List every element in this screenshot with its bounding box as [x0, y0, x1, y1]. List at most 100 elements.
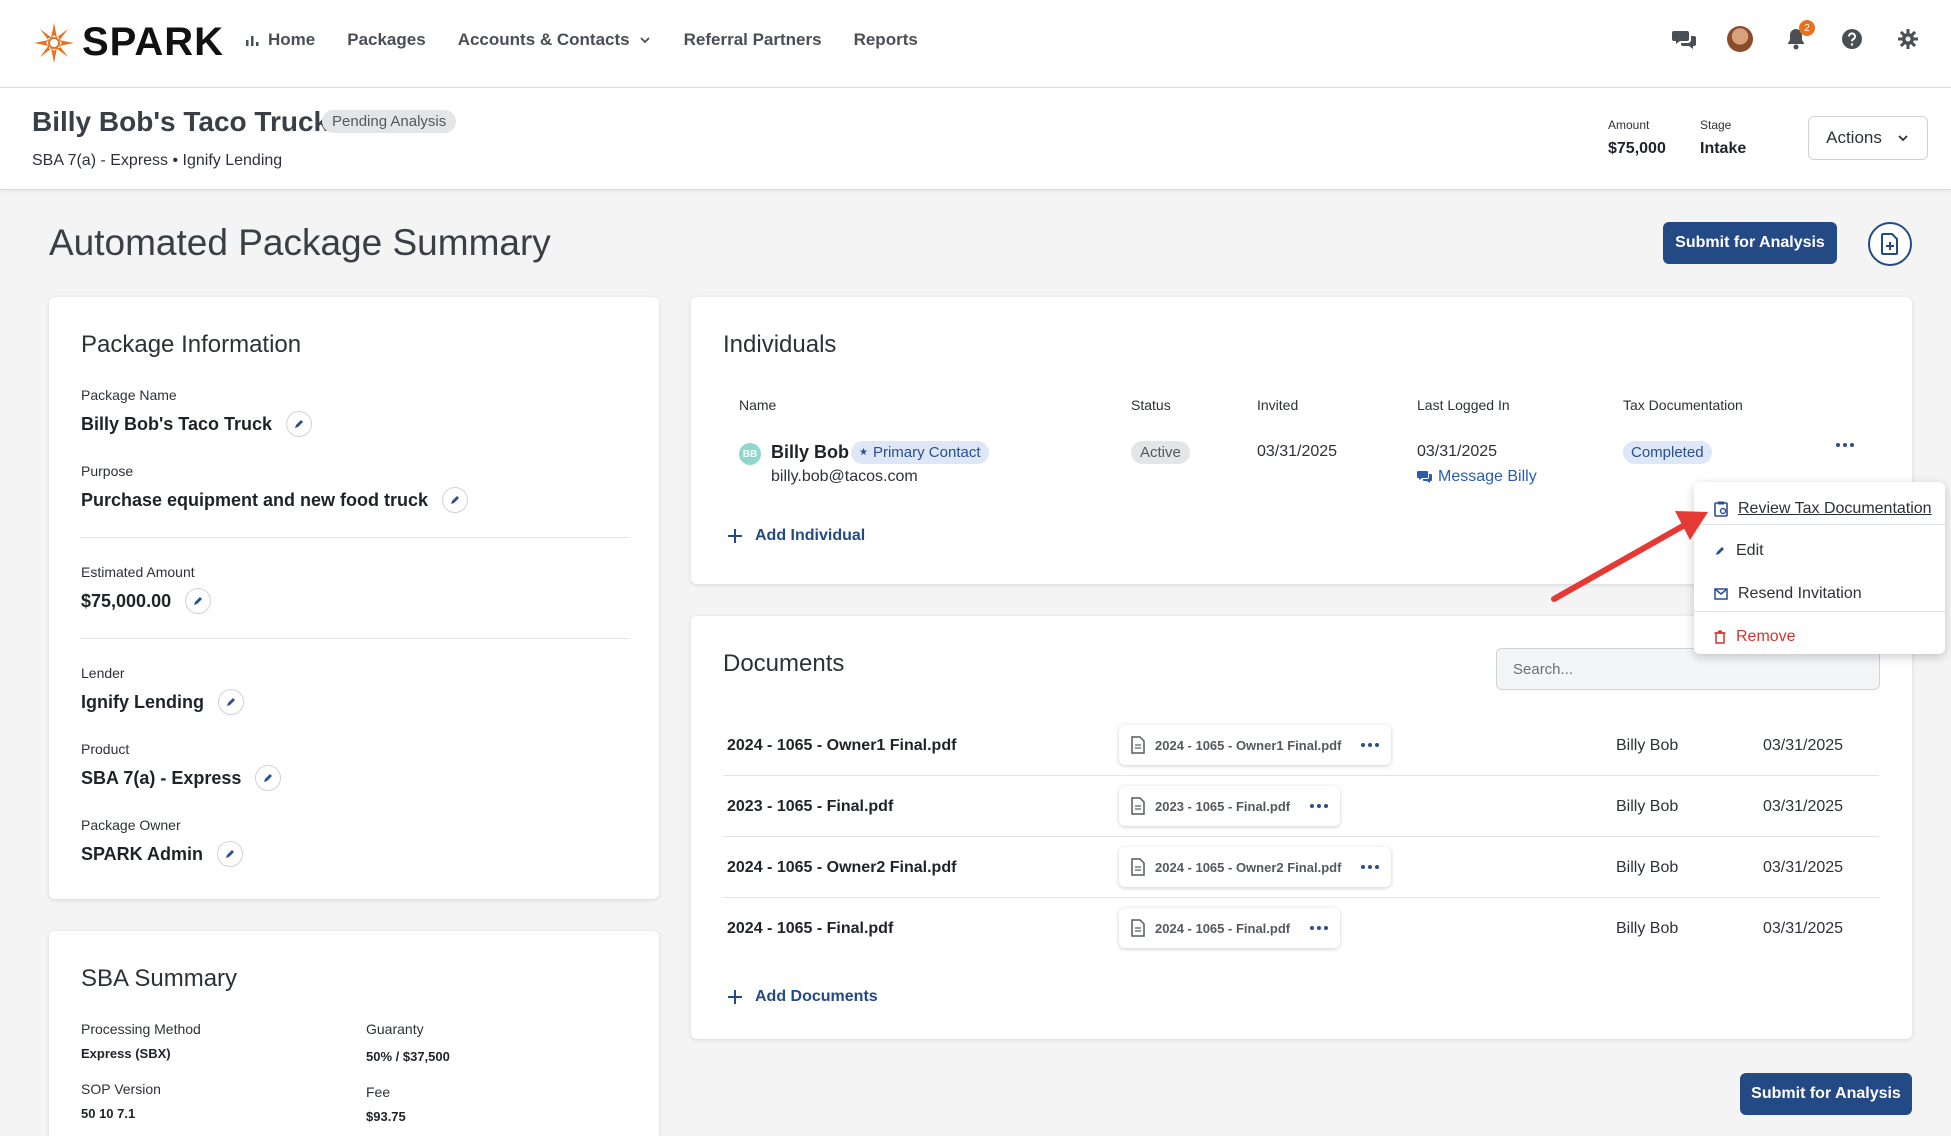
- star-icon: ★: [859, 447, 868, 458]
- help-icon[interactable]: [1839, 26, 1865, 52]
- document-owner: Billy Bob: [1616, 798, 1679, 815]
- actions-label: Actions: [1826, 128, 1882, 147]
- bar-chart-icon: [246, 36, 259, 46]
- edit-lender-button[interactable]: [218, 689, 244, 715]
- nav-reports[interactable]: Reports: [854, 30, 918, 50]
- file-chip[interactable]: 2024 - 1065 - Owner1 Final.pdf: [1119, 725, 1392, 765]
- document-date: 03/31/2025: [1763, 737, 1844, 754]
- file-name: 2024 - 1065 - Final.pdf: [1155, 920, 1291, 936]
- file-more-options-button[interactable]: [1361, 743, 1380, 747]
- notification-badge: 2: [1799, 20, 1815, 36]
- field-label: Guaranty: [366, 1021, 424, 1037]
- submit-for-analysis-button[interactable]: Submit for Analysis: [1663, 222, 1837, 264]
- bell-icon[interactable]: 2: [1783, 20, 1815, 52]
- edit-product-button[interactable]: [255, 765, 282, 791]
- document-owner: Billy Bob: [1616, 920, 1679, 937]
- menu-item-resend-invitation[interactable]: Resend Invitation: [1694, 579, 1945, 609]
- nav-icons: 2: [1671, 20, 1921, 52]
- column-header-tax-documentation: Tax Documentation: [1623, 397, 1743, 413]
- column-header-invited: Invited: [1257, 397, 1299, 413]
- individual-email: billy.bob@tacos.com: [771, 468, 918, 485]
- document-row[interactable]: 2023 - 1065 - Final.pdf 2023 - 1065 - Fi…: [723, 776, 1879, 837]
- document-row[interactable]: 2024 - 1065 - Owner2 Final.pdf 2024 - 10…: [723, 837, 1879, 898]
- nav-accounts-contacts[interactable]: Accounts & Contacts: [458, 30, 652, 50]
- individuals-title: Individuals: [723, 331, 837, 358]
- document-row[interactable]: 2024 - 1065 - Owner1 Final.pdf 2024 - 10…: [723, 715, 1879, 776]
- package-information-card: Package Information Package Name Billy B…: [49, 297, 659, 899]
- package-title: Billy Bob's Taco Truck: [32, 106, 330, 137]
- add-documents-label: Add Documents: [755, 988, 878, 1005]
- menu-item-review-tax-documentation[interactable]: Review Tax Documentation: [1694, 494, 1945, 524]
- actions-button[interactable]: Actions: [1808, 116, 1928, 160]
- sop-version-field: SOP Version 50 10 7.1: [81, 1081, 161, 1121]
- individual-more-options-button[interactable]: [1831, 435, 1859, 455]
- file-more-options-button[interactable]: [1361, 865, 1380, 869]
- nav-referral-label: Referral Partners: [683, 30, 822, 49]
- menu-item-remove[interactable]: Remove: [1694, 622, 1945, 652]
- nav-packages[interactable]: Packages: [347, 30, 425, 50]
- edit-purpose-button[interactable]: [442, 487, 469, 513]
- sba-summary-card: SBA Summary Processing Method Express (S…: [49, 931, 659, 1136]
- file-chip[interactable]: 2024 - 1065 - Owner2 Final.pdf: [1119, 847, 1392, 887]
- spark-star-icon: [34, 22, 74, 63]
- page-title: Automated Package Summary: [49, 222, 551, 263]
- file-icon: [1131, 858, 1145, 876]
- field-label: Purpose: [81, 463, 134, 479]
- primary-contact-badge: ★ Primary Contact: [851, 441, 989, 464]
- submit-for-analysis-bottom-button[interactable]: Submit for Analysis: [1740, 1073, 1912, 1115]
- nav-reports-label: Reports: [853, 30, 918, 49]
- edit-amount-button[interactable]: [185, 588, 212, 614]
- document-name: 2024 - 1065 - Final.pdf: [727, 920, 894, 937]
- divider: [81, 537, 629, 538]
- chat-icon: [1417, 471, 1432, 483]
- spark-logo[interactable]: SPARK: [32, 20, 224, 65]
- field-value: Purchase equipment and new food truck: [81, 489, 429, 510]
- file-more-options-button[interactable]: [1310, 804, 1329, 808]
- message-link-label: Message Billy: [1438, 468, 1537, 485]
- pencil-icon: [295, 420, 303, 428]
- message-individual-link[interactable]: Message Billy: [1417, 468, 1537, 486]
- chat-icon[interactable]: [1671, 26, 1697, 52]
- individual-avatar: BB: [739, 443, 761, 465]
- lender-field: Lender Ignify Lending: [81, 665, 244, 715]
- stage-label: Stage: [1700, 118, 1732, 132]
- column-header-last-logged-in: Last Logged In: [1417, 397, 1510, 413]
- settings-gear-icon[interactable]: [1895, 26, 1921, 52]
- field-label: Estimated Amount: [81, 564, 195, 580]
- guaranty-field: Guaranty 50% / $37,500: [366, 1021, 450, 1064]
- pencil-icon: [226, 850, 235, 858]
- estimated-amount-field: Estimated Amount $75,000.00: [81, 564, 212, 614]
- nav-packages-label: Packages: [347, 30, 426, 49]
- document-row[interactable]: 2024 - 1065 - Final.pdf 2024 - 1065 - Fi…: [723, 898, 1879, 959]
- chevron-down-icon: [639, 37, 650, 44]
- field-label: Processing Method: [81, 1021, 201, 1037]
- avatar-image: [1727, 26, 1753, 52]
- nav-home-label: Home: [268, 30, 316, 49]
- edit-owner-button[interactable]: [217, 841, 244, 867]
- field-label: Package Owner: [81, 817, 181, 833]
- package-subtitle: SBA 7(a) - Express • Ignify Lending: [32, 152, 283, 169]
- amount-metric: Amount $75,000: [1608, 118, 1666, 158]
- last-logged-in-date: 03/31/2025: [1417, 443, 1498, 460]
- file-icon: [1131, 797, 1145, 815]
- menu-item-edit[interactable]: Edit: [1694, 536, 1945, 566]
- file-chip[interactable]: 2023 - 1065 - Final.pdf: [1119, 786, 1341, 826]
- export-document-button[interactable]: [1868, 222, 1912, 266]
- column-header-status: Status: [1131, 397, 1171, 413]
- field-value: 50% / $37,500: [366, 1049, 450, 1064]
- file-more-options-button[interactable]: [1310, 926, 1329, 930]
- nav-home[interactable]: Home: [244, 30, 315, 50]
- fee-field: Fee $93.75: [366, 1084, 406, 1124]
- nav-referral-partners[interactable]: Referral Partners: [684, 30, 822, 50]
- edit-package-name-button[interactable]: [286, 411, 312, 437]
- field-label: Fee: [366, 1084, 391, 1100]
- package-header: Billy Bob's Taco Truck Pending Analysis …: [0, 88, 1951, 190]
- menu-item-label: Remove: [1736, 628, 1796, 645]
- add-individual-button[interactable]: Add Individual: [727, 527, 865, 545]
- add-individual-label: Add Individual: [755, 527, 866, 544]
- user-avatar[interactable]: [1727, 26, 1753, 52]
- nav-accounts-label: Accounts & Contacts: [457, 30, 630, 49]
- add-documents-button[interactable]: Add Documents: [727, 988, 878, 1006]
- documents-search-input[interactable]: [1496, 648, 1880, 690]
- file-chip[interactable]: 2024 - 1065 - Final.pdf: [1119, 908, 1341, 948]
